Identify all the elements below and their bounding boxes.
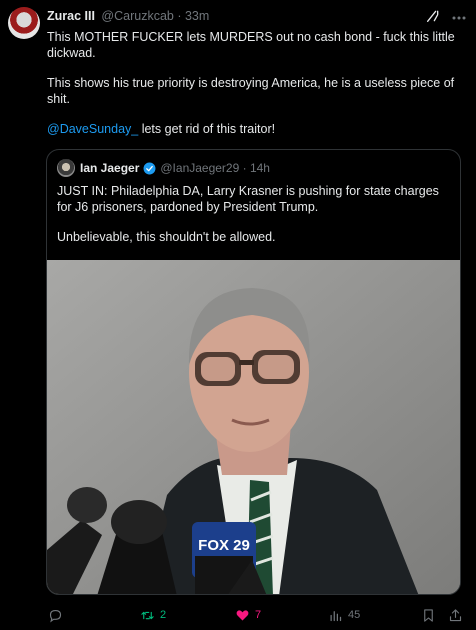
quoted-line: Unbelievable, this shouldn't be allowed. bbox=[57, 230, 276, 244]
quoted-tweet-header: Ian Jaeger @IanJaeger29 · 14h bbox=[80, 161, 270, 175]
mention-text: lets get rid of this traitor! bbox=[138, 122, 276, 136]
tweet-line: This MOTHER FUCKER lets MURDERS out no c… bbox=[47, 30, 455, 60]
share-icon bbox=[449, 608, 462, 621]
mention-link[interactable]: @DaveSunday_ bbox=[47, 122, 138, 136]
author-handle[interactable]: @Caruzkcab · 33m bbox=[101, 9, 209, 23]
grok-icon[interactable] bbox=[425, 8, 441, 24]
author-avatar[interactable] bbox=[8, 7, 40, 39]
quoted-author-name[interactable]: Ian Jaeger bbox=[80, 161, 139, 175]
tweet: Zurac III @Caruzkcab · 33m This MOTHER F… bbox=[0, 0, 476, 630]
like-count: 7 bbox=[255, 609, 262, 621]
retweet-count: 2 bbox=[160, 609, 167, 621]
quoted-tweet-text: JUST IN: Philadelphia DA, Larry Krasner … bbox=[57, 183, 452, 245]
retweet-button[interactable]: 2 bbox=[140, 605, 166, 625]
quoted-photo[interactable]: FOX 29 bbox=[47, 260, 460, 594]
mic-logo: FOX 29 bbox=[198, 537, 250, 554]
views-count: 45 bbox=[348, 609, 361, 621]
author-name[interactable]: Zurac III bbox=[47, 9, 95, 23]
reply-button[interactable] bbox=[48, 605, 68, 625]
retweet-icon bbox=[141, 611, 154, 619]
bookmark-icon bbox=[424, 608, 433, 622]
views-chart-icon bbox=[330, 610, 342, 621]
quoted-timestamp: 14h bbox=[249, 161, 270, 175]
more-options-icon[interactable] bbox=[452, 16, 466, 20]
tweet-actions: 2 7 45 bbox=[0, 605, 476, 625]
verified-badge-icon bbox=[143, 162, 156, 174]
quoted-line: JUST IN: Philadelphia DA, Larry Krasner … bbox=[57, 184, 439, 214]
tweet-header: Zurac III @Caruzkcab · 33m bbox=[47, 9, 209, 23]
quoted-tweet[interactable]: Ian Jaeger @IanJaeger29 · 14h JUST IN: P… bbox=[46, 149, 461, 595]
tweet-line: This shows his true priority is destroyi… bbox=[47, 76, 455, 106]
share-button[interactable] bbox=[448, 605, 463, 625]
bookmark-button[interactable] bbox=[421, 605, 436, 625]
views-button[interactable]: 45 bbox=[328, 605, 360, 625]
tweet-text: This MOTHER FUCKER lets MURDERS out no c… bbox=[47, 29, 467, 137]
quoted-author-handle: @IanJaeger29 · 14h bbox=[160, 161, 270, 175]
heart-icon bbox=[236, 609, 249, 620]
like-button[interactable]: 7 bbox=[235, 605, 261, 625]
reply-icon bbox=[49, 609, 62, 623]
timestamp: 33m bbox=[184, 9, 210, 23]
quoted-author-avatar[interactable] bbox=[57, 159, 75, 177]
photo-illustration: FOX 29 bbox=[47, 260, 460, 594]
